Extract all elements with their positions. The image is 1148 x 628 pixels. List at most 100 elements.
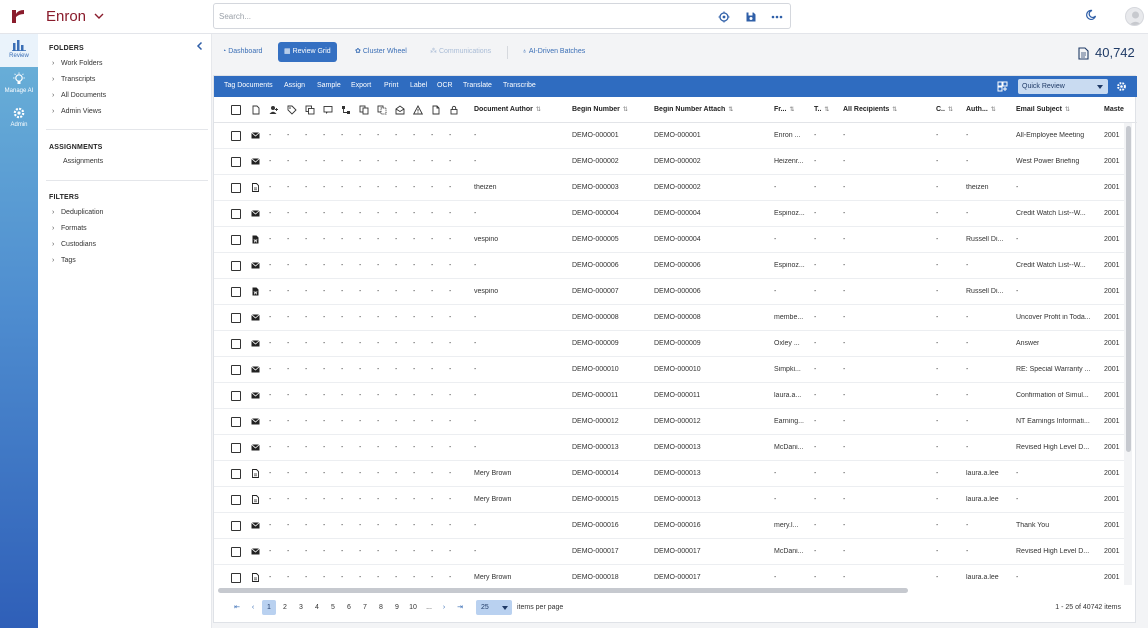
tab-cluster-wheel[interactable]: ✿ Cluster Wheel [349,42,413,62]
sidebar-item-transcripts[interactable]: › Transcripts [52,75,95,85]
page-size-select[interactable]: 25 [476,600,512,615]
file-icon[interactable] [251,105,261,115]
table-row[interactable]: - - - - - - - - - - - - DEMO-000004 DEMO-000004 Espino… [214,201,1124,227]
first-page-button[interactable]: ⇤ [230,600,244,615]
page-number-button[interactable]: 9 [390,600,404,615]
page-number-button[interactable]: 1 [262,600,276,615]
table-row[interactable]: - - - - - - - - - - - theizen DEMO-000003 DEMO-000002… [214,175,1124,201]
sidebar-item-assignments[interactable]: Assignments [63,157,103,167]
assign-button[interactable]: Assign [284,82,305,89]
theme-toggle-icon[interactable] [1085,9,1097,21]
row-checkbox[interactable] [231,261,241,271]
column-layout-icon[interactable] [997,81,1008,92]
export-button[interactable]: Export [351,82,371,89]
tab-review-grid[interactable]: ▦ Review Grid [278,42,337,62]
tab-dashboard[interactable]: ◔ Dashboard [216,42,268,62]
collapse-sidebar-icon[interactable] [195,41,205,51]
user-avatar[interactable] [1125,7,1144,26]
user-assign-icon[interactable] [269,105,279,115]
chat-icon[interactable] [323,105,333,115]
row-checkbox[interactable] [231,573,241,583]
warning-icon[interactable] [413,105,423,115]
column-header-document-author[interactable]: Document Author ⇅ [474,106,541,113]
page-number-button[interactable]: 2 [278,600,292,615]
view-select[interactable]: Quick Review [1018,79,1108,94]
row-checkbox[interactable] [231,209,241,219]
row-checkbox[interactable] [231,287,241,297]
row-checkbox[interactable] [231,131,241,141]
column-header-author[interactable]: Auth... ⇅ [966,106,996,113]
next-page-button[interactable]: › [437,600,451,615]
table-row[interactable]: - - - - - - - - - - - - DEMO-000013 DEMO-000013 McDani… [214,435,1124,461]
column-header-master[interactable]: Maste [1104,106,1124,113]
row-checkbox[interactable] [231,235,241,245]
column-header-to[interactable]: T.. ⇅ [814,106,829,113]
horizontal-scrollbar-thumb[interactable] [218,588,908,593]
tab-ai-driven-batches[interactable]: ♁ AI-Driven Batches [516,42,591,62]
lock-icon[interactable] [449,105,459,115]
table-row[interactable]: - - - - - - - - - - - - DEMO-000012 DEMO-000012 Earnin… [214,409,1124,435]
row-checkbox[interactable] [231,495,241,505]
column-header-begin-number[interactable]: Begin Number ⇅ [572,106,628,113]
vertical-scrollbar-thumb[interactable] [1126,126,1131,452]
near-duplicate-icon[interactable] [377,105,387,115]
page-number-button[interactable]: 4 [310,600,324,615]
page-number-button[interactable]: 10 [406,600,420,615]
sidebar-item-all-documents[interactable]: › All Documents [52,91,106,101]
translate-button[interactable]: Translate [463,82,492,89]
page-number-button[interactable]: 8 [374,600,388,615]
row-checkbox[interactable] [231,521,241,531]
page-number-button[interactable]: 6 [342,600,356,615]
hierarchy-icon[interactable] [341,105,351,115]
row-checkbox[interactable] [231,183,241,193]
sidebar-item-tags[interactable]: › Tags [52,256,76,266]
sidebar-item-admin-views[interactable]: › Admin Views [52,107,101,117]
workspace-title[interactable]: Enron [46,8,86,25]
table-row[interactable]: - - - - - - - - - - - - DEMO-000017 DEMO-000017 McDani… [214,539,1124,565]
rail-item-review[interactable]: Review [0,34,38,67]
sidebar-item-formats[interactable]: › Formats [52,224,87,234]
table-row[interactable]: - - - - - - - - - - - - DEMO-000008 DEMO-000008 membe.… [214,305,1124,331]
page-number-button[interactable]: 5 [326,600,340,615]
table-row[interactable]: - - - - - - - - - - - - DEMO-000002 DEMO-000002 Heizen… [214,149,1124,175]
table-row[interactable]: - - - - - - - - - - - Mery Brown DEMO-000014 DEMO-000… [214,461,1124,487]
column-header-cc[interactable]: C.. ⇅ [936,106,953,113]
column-header-email-subject[interactable]: Email Subject ⇅ [1016,106,1070,113]
document-note-icon[interactable] [431,105,441,115]
row-checkbox[interactable] [231,339,241,349]
table-row[interactable]: - - - - - - - - - - - vespino DEMO-000005 DEMO-000004… [214,227,1124,253]
ocr-button[interactable]: OCR [437,82,453,89]
chevron-down-icon[interactable] [93,11,105,21]
app-logo-icon[interactable] [11,8,25,24]
sample-button[interactable]: Sample [317,82,341,89]
tab-communications[interactable]: ⁂ Communications [424,42,497,62]
page-number-button[interactable]: 3 [294,600,308,615]
select-all-checkbox[interactable] [231,105,241,115]
row-checkbox[interactable] [231,157,241,167]
table-row[interactable]: - - - - - - - - - - - vespino DEMO-000007 DEMO-000006… [214,279,1124,305]
row-checkbox[interactable] [231,391,241,401]
tag-documents-button[interactable]: Tag Documents [224,82,273,89]
column-header-begin-number-attach[interactable]: Begin Number Attach ⇅ [654,106,733,113]
table-row[interactable]: - - - - - - - - - - - Mery Brown DEMO-000018 DEMO-000… [214,565,1124,585]
row-checkbox[interactable] [231,365,241,375]
target-icon[interactable] [718,11,730,23]
sidebar-item-work-folders[interactable]: › Work Folders [52,59,103,69]
table-row[interactable]: - - - - - - - - - - - - DEMO-000006 DEMO-000006 Espino… [214,253,1124,279]
column-header-all-recipients[interactable]: All Recipients ⇅ [843,106,897,113]
table-row[interactable]: - - - - - - - - - - - - DEMO-000010 DEMO-000010 Simpki… [214,357,1124,383]
transcribe-button[interactable]: Transcribe [503,82,536,89]
duplicate-icon[interactable] [359,105,369,115]
tag-icon[interactable] [287,105,297,115]
table-row[interactable]: - - - - - - - - - - - - DEMO-000016 DEMO-000016 mery.l… [214,513,1124,539]
rail-item-manage-ai[interactable]: Manage AI [0,72,38,94]
row-checkbox[interactable] [231,417,241,427]
row-checkbox[interactable] [231,443,241,453]
label-button[interactable]: Label [410,82,427,89]
copy-icon[interactable] [305,105,315,115]
previous-page-button[interactable]: ‹ [246,600,260,615]
email-thread-icon[interactable] [395,105,405,115]
page-number-button[interactable]: ... [422,600,436,615]
rail-item-admin[interactable]: Admin [0,106,38,128]
search-input[interactable] [219,10,689,23]
